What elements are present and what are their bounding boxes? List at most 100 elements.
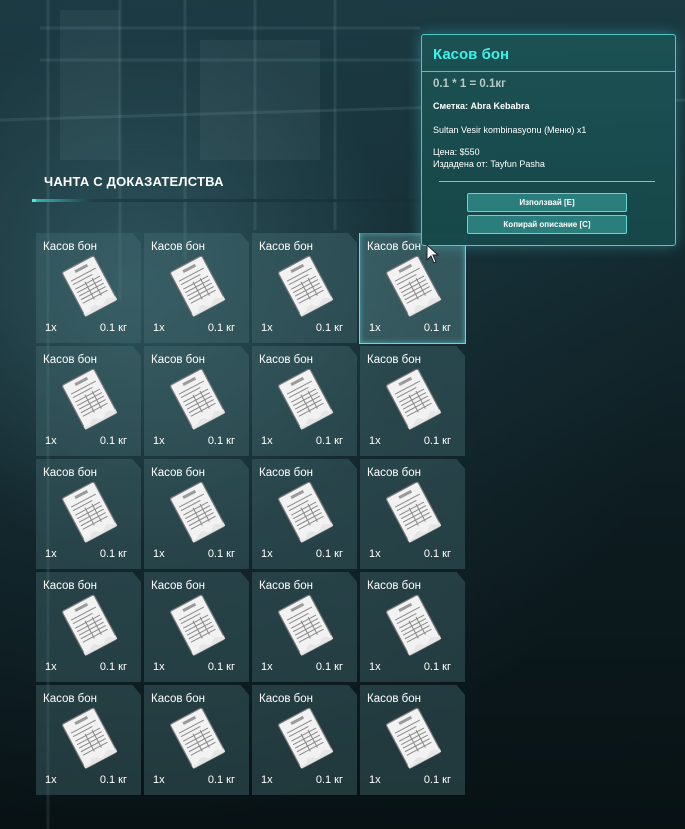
inventory-slot[interactable]: Касов бон 1x 0.1 кг [252, 459, 357, 569]
item-count: 1x [45, 661, 57, 673]
item-weight: 0.1 кг [207, 774, 235, 786]
item-name: Касов бон [367, 580, 422, 592]
item-name: Касов бон [151, 580, 206, 592]
inventory-slot[interactable]: Касов бон 1x 0.1 кг [360, 346, 465, 456]
item-name: Касов бон [43, 467, 98, 479]
invoice-icon [170, 594, 226, 656]
item-name: Касов бон [367, 354, 422, 366]
item-name: Касов бон [259, 354, 314, 366]
invoice-icon [278, 594, 334, 656]
inventory-slot[interactable]: Касов бон 1x 0.1 кг [360, 685, 465, 795]
item-count: 1x [369, 548, 381, 560]
invoice-icon [62, 255, 118, 317]
item-name: Касов бон [367, 467, 422, 479]
item-weight: 0.1 кг [315, 435, 343, 447]
item-name: Касов бон [367, 693, 422, 705]
item-name: Касов бон [259, 693, 314, 705]
inventory-slot[interactable]: Касов бон 1x 0.1 кг [36, 459, 141, 569]
inventory-slot[interactable]: Касов бон 1x 0.1 кг [359, 233, 466, 344]
item-weight: 0.1 кг [423, 322, 451, 334]
inventory-grid: Касов бон 1x 0.1 кг Касов бон 1x 0.1 кг Касо… [36, 233, 466, 823]
inventory-slot[interactable]: Касов бон 1x 0.1 кг [36, 233, 141, 343]
inventory-slot[interactable]: Касов бон 1x 0.1 кг [36, 572, 141, 682]
tooltip-price: Цена: $550 [433, 147, 480, 157]
item-count: 1x [45, 548, 57, 560]
item-count: 1x [153, 548, 165, 560]
item-weight: 0.1 кг [99, 322, 127, 334]
item-weight: 0.1 кг [423, 548, 451, 560]
title-underline [32, 199, 432, 202]
inventory-slot[interactable]: Касов бон 1x 0.1 кг [144, 459, 249, 569]
item-count: 1x [261, 661, 273, 673]
tooltip-issuer: Издадена от: Tayfun Pasha [433, 159, 545, 169]
item-weight: 0.1 кг [423, 435, 451, 447]
item-name: Касов бон [43, 241, 98, 253]
invoice-icon [278, 368, 334, 430]
invoice-icon [170, 368, 226, 430]
inventory-slot[interactable]: Касов бон 1x 0.1 кг [144, 346, 249, 456]
tooltip-account: Сметка: Abra Kebabra [433, 101, 530, 111]
item-count: 1x [153, 774, 165, 786]
item-weight: 0.1 кг [207, 322, 235, 334]
item-weight: 0.1 кг [423, 661, 451, 673]
item-count: 1x [153, 322, 165, 334]
inventory-slot[interactable]: Касов бон 1x 0.1 кг [144, 685, 249, 795]
item-name: Касов бон [43, 580, 98, 592]
item-name: Касов бон [151, 467, 206, 479]
inventory-slot[interactable]: Касов бон 1x 0.1 кг [360, 572, 465, 682]
invoice-icon [278, 255, 334, 317]
invoice-icon [62, 481, 118, 543]
tooltip-divider [422, 71, 675, 72]
item-weight: 0.1 кг [207, 548, 235, 560]
inventory-slot[interactable]: Касов бон 1x 0.1 кг [36, 685, 141, 795]
inventory-slot[interactable]: Касов бон 1x 0.1 кг [144, 572, 249, 682]
item-weight: 0.1 кг [315, 661, 343, 673]
invoice-icon [386, 481, 442, 543]
item-count: 1x [261, 322, 273, 334]
item-name: Касов бон [259, 580, 314, 592]
inventory-slot[interactable]: Касов бон 1x 0.1 кг [252, 233, 357, 343]
item-weight: 0.1 кг [99, 661, 127, 673]
item-count: 1x [45, 322, 57, 334]
inventory-slot[interactable]: Касов бон 1x 0.1 кг [252, 346, 357, 456]
item-weight: 0.1 кг [315, 548, 343, 560]
item-tooltip: Касов бон 0.1 * 1 = 0.1кг Сметка: Abra K… [421, 34, 676, 246]
copy-description-button[interactable]: Копирай описание [C] [467, 215, 627, 234]
use-button[interactable]: Използвай [E] [467, 193, 627, 212]
invoice-icon [386, 255, 442, 317]
tooltip-description: Sultan Vesir kombinasyonu (Меню) x1 [433, 125, 587, 135]
item-count: 1x [369, 435, 381, 447]
inventory-slot[interactable]: Касов бон 1x 0.1 кг [252, 572, 357, 682]
accent-dot [32, 199, 36, 202]
item-count: 1x [45, 435, 57, 447]
panel-title: ЧАНТА С ДОКАЗАТЕЛСТВА [44, 174, 224, 189]
item-weight: 0.1 кг [99, 774, 127, 786]
tooltip-title: Касов бон [433, 46, 510, 63]
item-name: Касов бон [43, 354, 98, 366]
inventory-slot[interactable]: Касов бон 1x 0.1 кг [36, 346, 141, 456]
item-count: 1x [369, 322, 381, 334]
invoice-icon [386, 707, 442, 769]
item-weight: 0.1 кг [207, 661, 235, 673]
item-name: Касов бон [151, 241, 206, 253]
item-count: 1x [261, 774, 273, 786]
item-weight: 0.1 кг [315, 774, 343, 786]
item-count: 1x [153, 661, 165, 673]
item-count: 1x [45, 774, 57, 786]
inventory-slot[interactable]: Касов бон 1x 0.1 кг [360, 459, 465, 569]
item-weight: 0.1 кг [99, 548, 127, 560]
invoice-icon [62, 594, 118, 656]
item-count: 1x [369, 774, 381, 786]
inventory-slot[interactable]: Касов бон 1x 0.1 кг [144, 233, 249, 343]
item-weight: 0.1 кг [99, 435, 127, 447]
item-name: Касов бон [367, 241, 422, 253]
item-weight: 0.1 кг [315, 322, 343, 334]
invoice-icon [170, 255, 226, 317]
mouse-cursor-icon [426, 244, 440, 264]
invoice-icon [62, 707, 118, 769]
invoice-icon [278, 481, 334, 543]
invoice-icon [278, 707, 334, 769]
tooltip-separator [439, 181, 655, 182]
invoice-icon [170, 707, 226, 769]
inventory-slot[interactable]: Касов бон 1x 0.1 кг [252, 685, 357, 795]
